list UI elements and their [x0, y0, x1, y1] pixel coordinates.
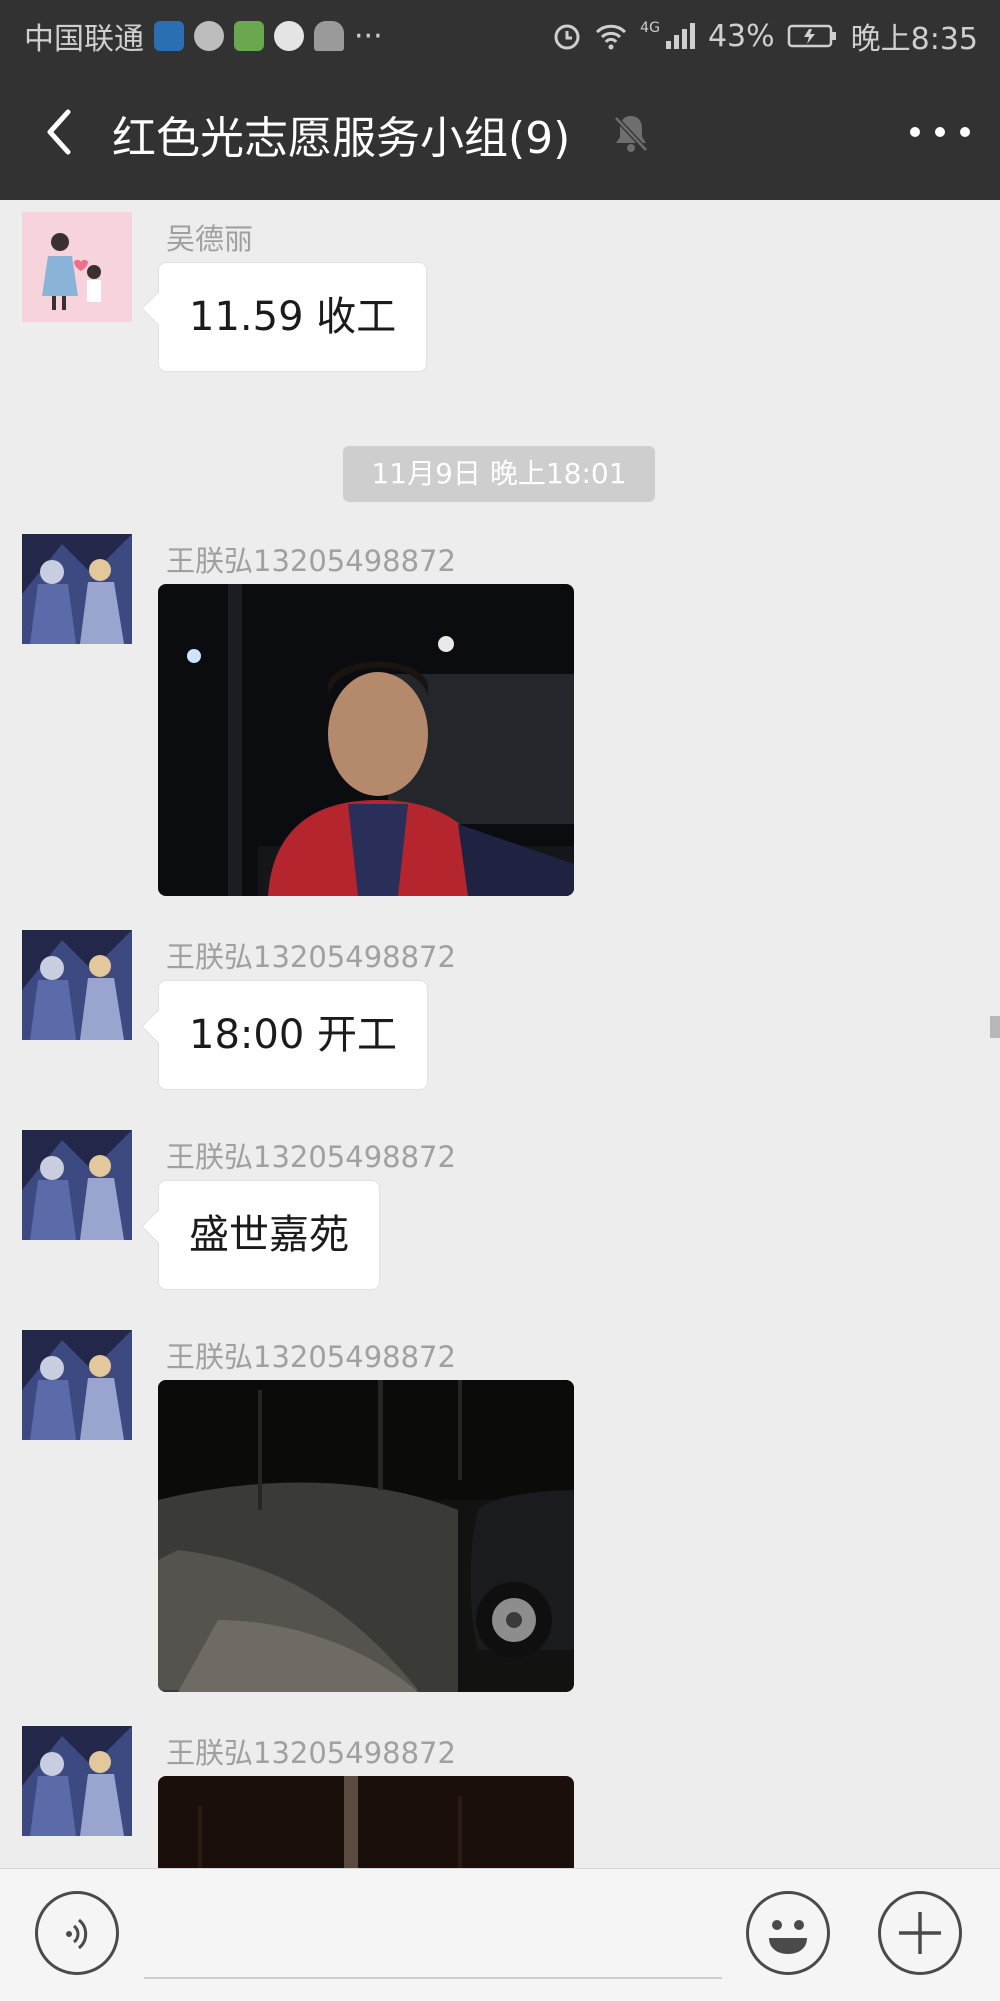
sender-name: 王朕弘13205498872 [166, 544, 456, 578]
message-bubble[interactable]: 18:00 开工 [158, 980, 428, 1090]
battery-charging-icon [787, 24, 836, 48]
message-list[interactable]: 吴德丽 11.59 收工 11月9日 晚上18:01 王朕弘1320549887… [0, 200, 1000, 1868]
more-notifications-icon: ··· [354, 18, 383, 54]
avatar[interactable] [22, 930, 132, 1040]
huawei-app-icon [314, 21, 344, 51]
avatar[interactable] [22, 1130, 132, 1240]
emoji-icon[interactable] [746, 1891, 830, 1975]
plus-icon[interactable] [878, 1891, 962, 1975]
image-message[interactable] [158, 1776, 574, 1868]
more-dots-icon[interactable] [910, 112, 970, 152]
wifi-icon [596, 24, 627, 50]
voice-icon[interactable] [35, 1891, 119, 1975]
network-type-label: 4G [640, 20, 660, 36]
sender-name: 王朕弘13205498872 [166, 1340, 456, 1374]
clock-label: 晚上8:35 [850, 22, 978, 57]
sender-name: 王朕弘13205498872 [166, 1140, 456, 1174]
message-input[interactable] [144, 1977, 722, 1979]
chat-title: 红色光志愿服务小组(9) [112, 113, 571, 164]
avatar[interactable] [22, 1726, 132, 1836]
alarm-icon [554, 24, 580, 50]
input-bar [0, 1868, 1000, 2001]
green-app-icon [234, 21, 264, 51]
shield-app-icon [154, 21, 184, 51]
avatar[interactable] [22, 212, 132, 322]
timestamp-divider: 11月9日 晚上18:01 [343, 446, 655, 502]
chat-header: 红色光志愿服务小组(9) [0, 68, 1000, 200]
scrollbar-thumb[interactable] [990, 1016, 1000, 1038]
sender-name: 王朕弘13205498872 [166, 1736, 456, 1770]
sender-name: 吴德丽 [166, 222, 254, 256]
image-message[interactable] [158, 584, 574, 896]
sender-name: 王朕弘13205498872 [166, 940, 456, 974]
chevron-left-icon[interactable] [30, 102, 90, 162]
avatar[interactable] [22, 534, 132, 644]
chat-bubble-app-icon [194, 21, 224, 51]
carrier-label: 中国联通 [24, 22, 144, 57]
message-bubble[interactable]: 11.59 收工 [158, 262, 428, 372]
browser-app-icon [274, 21, 304, 51]
status-bar: 中国联通 ··· 4G 43% 晚上8:35 [0, 0, 1000, 68]
signal-icon [665, 23, 695, 49]
image-message[interactable] [158, 1380, 574, 1692]
message-bubble[interactable]: 盛世嘉苑 [158, 1180, 380, 1290]
avatar[interactable] [22, 1330, 132, 1440]
bell-mute-icon [614, 116, 648, 152]
battery-percent: 43% [707, 18, 775, 54]
